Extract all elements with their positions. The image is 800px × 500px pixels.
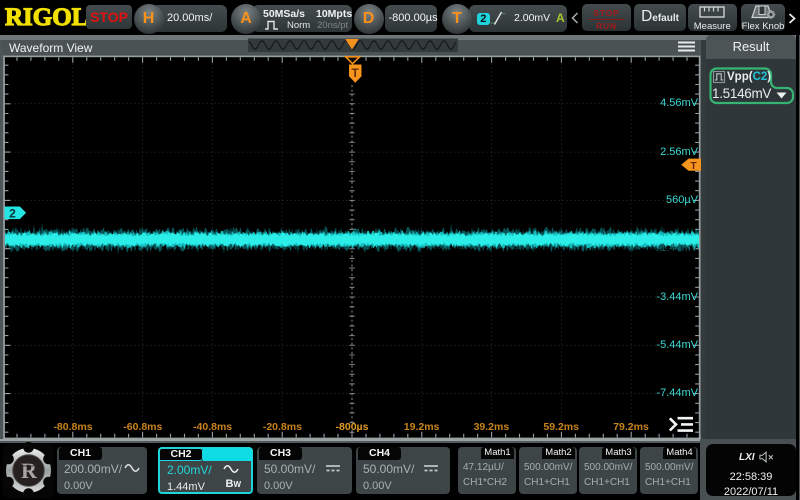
svg-text:T: T bbox=[352, 66, 360, 80]
svg-text:R: R bbox=[21, 458, 38, 483]
svg-text:2: 2 bbox=[9, 207, 16, 221]
svg-text:T: T bbox=[690, 161, 696, 172]
